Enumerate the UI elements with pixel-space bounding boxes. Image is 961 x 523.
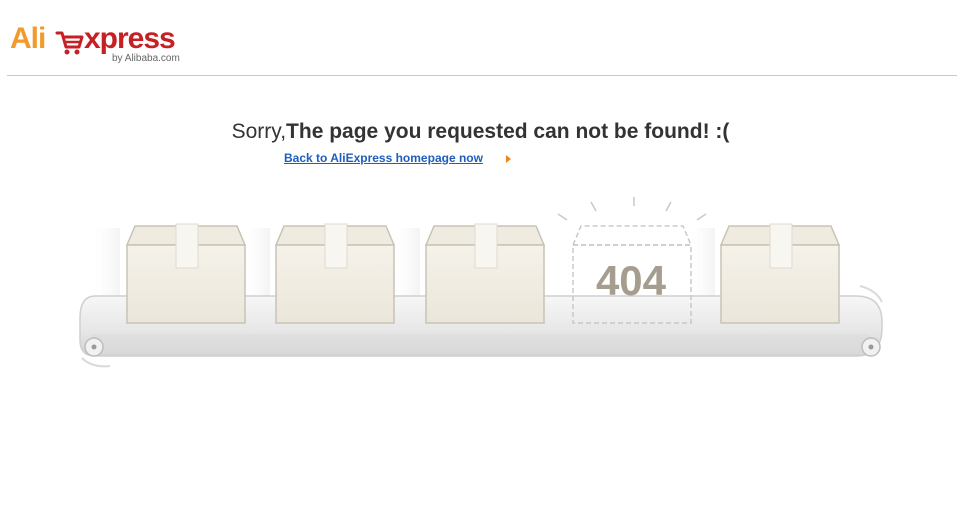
error-message: Sorry,The page you requested can not be … [0, 118, 961, 146]
error-message-prefix: Sorry, [231, 120, 287, 143]
header: Ali xpress by Alibaba.com [0, 0, 961, 76]
sparkle-line [696, 213, 707, 221]
header-divider [7, 75, 957, 76]
cart-icon [55, 31, 84, 55]
logo-ali-text: Ali [10, 22, 46, 55]
error-message-main: The page you requested can not be found!… [286, 120, 730, 143]
sparkle-line [665, 201, 672, 212]
logo-xpress-text: xpress [84, 22, 176, 55]
aliexpress-logo[interactable]: Ali xpress by Alibaba.com [10, 22, 190, 67]
logo-byline: by Alibaba.com [112, 53, 180, 64]
package-box [274, 223, 396, 324]
back-to-homepage-link[interactable]: Back to AliExpress homepage now [284, 150, 483, 166]
package-box [719, 223, 841, 324]
sparkle-line [590, 201, 597, 212]
conveyor-belt-illustration: 404 [79, 197, 883, 368]
package-box [125, 223, 247, 324]
error-code: 404 [596, 257, 667, 304]
package-box [424, 223, 546, 324]
arrow-right-icon [506, 155, 511, 163]
sparkle-line [557, 213, 568, 221]
